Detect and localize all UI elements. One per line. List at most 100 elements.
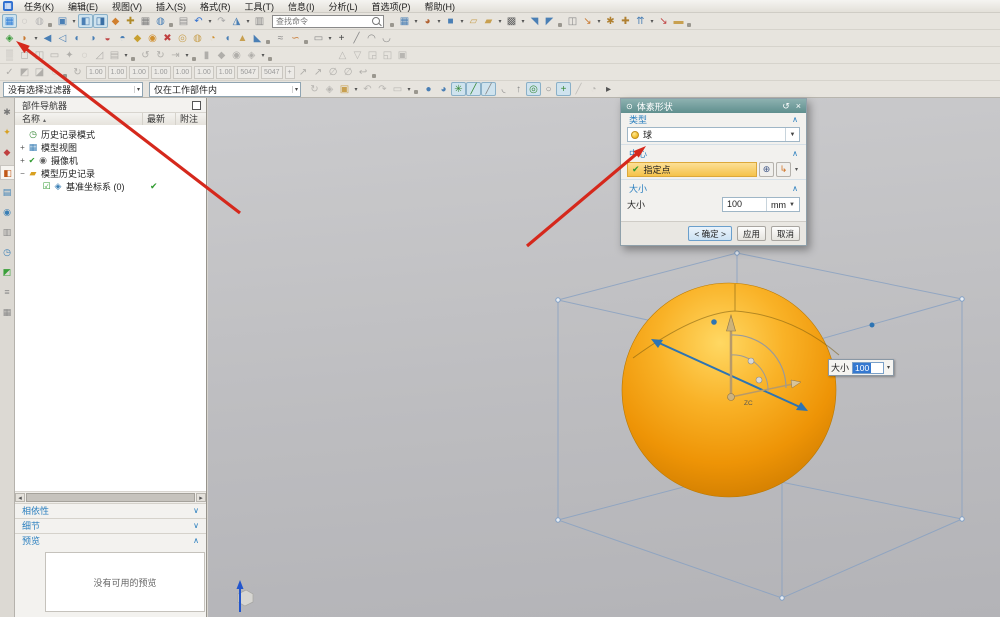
horizontal-scrollbar[interactable]: ◂ ▸: [15, 491, 206, 503]
toolbar-icon[interactable]: ⇈: [633, 14, 648, 28]
point-dialog-button[interactable]: ⊕: [759, 162, 774, 177]
tree-row[interactable]: ◷历史记录模式: [15, 128, 206, 141]
toolbar-icon[interactable]: ✦: [62, 48, 77, 62]
toolbar-icon[interactable]: ⇥: [168, 48, 183, 62]
toolbar-icon[interactable]: ◔: [205, 31, 220, 45]
toolbar-overflow-dot[interactable]: [131, 57, 135, 61]
toolbar-icon[interactable]: ◲: [365, 48, 380, 62]
toolbar-icon[interactable]: ▽: [350, 48, 365, 62]
menu-item[interactable]: 编辑(E): [61, 2, 105, 12]
toolbar-overflow-dot[interactable]: [268, 57, 272, 61]
tree-row[interactable]: +▦模型视图: [15, 141, 206, 154]
unit-dropdown[interactable]: mm ▼: [766, 198, 799, 211]
toolbar-overflow-dot[interactable]: [169, 23, 173, 27]
toolbar-icon[interactable]: ◆: [214, 48, 229, 62]
toolbar-value-chip[interactable]: 1.00: [108, 66, 128, 79]
chevron-up-icon[interactable]: ∧: [792, 184, 798, 193]
toolbar-icon[interactable]: +: [556, 82, 571, 96]
toolbar-icon[interactable]: ◌: [47, 65, 62, 79]
size-section-header[interactable]: 大小 ∧: [621, 182, 806, 195]
dropdown-arrow-icon[interactable]: ▾: [32, 31, 40, 45]
primitive-shapes-icon[interactable]: ◈: [2, 31, 17, 45]
extrude-icon[interactable]: ◀: [40, 31, 55, 45]
toolbar-icon[interactable]: ◍: [32, 14, 47, 28]
toolbar-icon[interactable]: ▩: [504, 14, 519, 28]
tree-row[interactable]: ☑◈基准坐标系 (0)✔: [15, 180, 206, 193]
dropdown-arrow-icon[interactable]: ▾: [435, 14, 443, 28]
globe-icon[interactable]: ◍: [153, 14, 168, 28]
revolve-icon[interactable]: ◐: [70, 31, 85, 45]
toolbar-icon[interactable]: ◌: [77, 48, 92, 62]
reset-icon[interactable]: ↺: [782, 101, 790, 112]
toolbar-icon[interactable]: ◒: [100, 31, 115, 45]
selection-filter-dropdown[interactable]: 没有选择过滤器 ▾: [3, 82, 143, 97]
undo-icon[interactable]: ↶: [191, 14, 206, 28]
toolbar-icon[interactable]: ◗: [17, 31, 32, 45]
on-canvas-size-input[interactable]: 大小 100 ▾: [828, 359, 894, 376]
dropdown-arrow-icon[interactable]: ▾: [206, 14, 214, 28]
web-browser-icon[interactable]: ◉: [0, 205, 14, 220]
toolbar-icon[interactable]: ↘: [580, 14, 595, 28]
close-icon[interactable]: ×: [796, 101, 801, 111]
size-input[interactable]: 100: [723, 198, 766, 211]
toolbar-icon[interactable]: ↗: [311, 65, 326, 79]
dropdown-arrow-icon[interactable]: ▾: [519, 14, 527, 28]
integrate-icon[interactable]: ▥: [0, 225, 14, 240]
toolbar-overflow-dot[interactable]: [558, 23, 562, 27]
toolbar-icon[interactable]: ◟: [496, 82, 511, 96]
chevron-down-icon[interactable]: ▼: [785, 128, 799, 141]
tree-checkbox[interactable]: ☑: [41, 181, 52, 192]
print-icon[interactable]: ▤: [176, 14, 191, 28]
toolbar-value-chip[interactable]: 5047: [237, 66, 259, 79]
toolbar-icon[interactable]: ↺: [138, 48, 153, 62]
part-navigator-icon[interactable]: ◧: [0, 165, 14, 180]
toolbar-icon[interactable]: ∅: [341, 65, 356, 79]
toolbar-icon[interactable]: ◡: [379, 31, 394, 45]
trim-icon[interactable]: ✖: [160, 31, 175, 45]
tree-row[interactable]: +✔◉摄像机: [15, 154, 206, 167]
toolbar-icon[interactable]: ✱: [603, 14, 618, 28]
tree-expander[interactable]: +: [18, 156, 27, 165]
toolbar-icon[interactable]: ∽: [288, 31, 303, 45]
float-panel-icon[interactable]: [192, 101, 201, 110]
toolbar-icon[interactable]: ◱: [380, 48, 395, 62]
chevron-icon[interactable]: ∨: [193, 506, 199, 515]
dropdown-arrow-icon[interactable]: ▾: [412, 14, 420, 28]
toolbar-icon[interactable]: ◮: [229, 14, 244, 28]
toolbar-icon[interactable]: ◫: [32, 48, 47, 62]
toolbar-icon[interactable]: ◩: [17, 65, 32, 79]
section-preview[interactable]: 预览 ∧: [15, 533, 206, 547]
dropdown-arrow-icon[interactable]: ▾: [326, 31, 334, 45]
toolbar-icon[interactable]: ◔: [586, 82, 601, 96]
menu-item[interactable]: 帮助(H): [418, 2, 463, 12]
dropdown-arrow-icon[interactable]: ▾: [595, 14, 603, 28]
toolbar-icon[interactable]: △: [335, 48, 350, 62]
bolts-icon[interactable]: ≡: [0, 285, 14, 300]
dropdown-arrow-icon[interactable]: ▾: [352, 82, 360, 96]
chevron-icon[interactable]: ∨: [193, 521, 199, 530]
type-section-header[interactable]: 类型 ∧: [621, 113, 806, 126]
toolbar-icon[interactable]: ✚: [123, 14, 138, 28]
toolbar-value-chip[interactable]: 1.00: [194, 66, 214, 79]
roles-gear-icon[interactable]: ✱: [0, 105, 14, 120]
hole-icon[interactable]: ◉: [145, 31, 160, 45]
scroll-right-icon[interactable]: ▸: [196, 493, 206, 502]
tree-row[interactable]: −▰模型历史记录: [15, 167, 206, 180]
toolbar-icon[interactable]: ▣: [395, 48, 410, 62]
dropdown-arrow-icon[interactable]: ▾: [244, 14, 252, 28]
toolbar-icon[interactable]: ◆: [130, 31, 145, 45]
toolbar-icon[interactable]: ◈: [244, 48, 259, 62]
toolbar-icon[interactable]: ◈: [322, 82, 337, 96]
toolbar-icon[interactable]: ◁: [55, 31, 70, 45]
toolbar-icon[interactable]: ╱: [571, 82, 586, 96]
toolbar-icon[interactable]: ◣: [250, 31, 265, 45]
dropdown-arrow-icon[interactable]: ▾: [183, 48, 191, 62]
wireframe-display-icon[interactable]: ▣: [55, 14, 70, 28]
chevron-up-icon[interactable]: ∧: [792, 149, 798, 158]
toolbar-icon[interactable]: ╱: [466, 82, 481, 96]
window-icon[interactable]: ▦: [397, 14, 412, 28]
toolbar-overflow-dot[interactable]: [48, 23, 52, 27]
toolbar-icon[interactable]: ↗: [296, 65, 311, 79]
toolbar-overflow-dot[interactable]: [390, 23, 394, 27]
toolbar-overflow-dot[interactable]: [372, 74, 376, 78]
